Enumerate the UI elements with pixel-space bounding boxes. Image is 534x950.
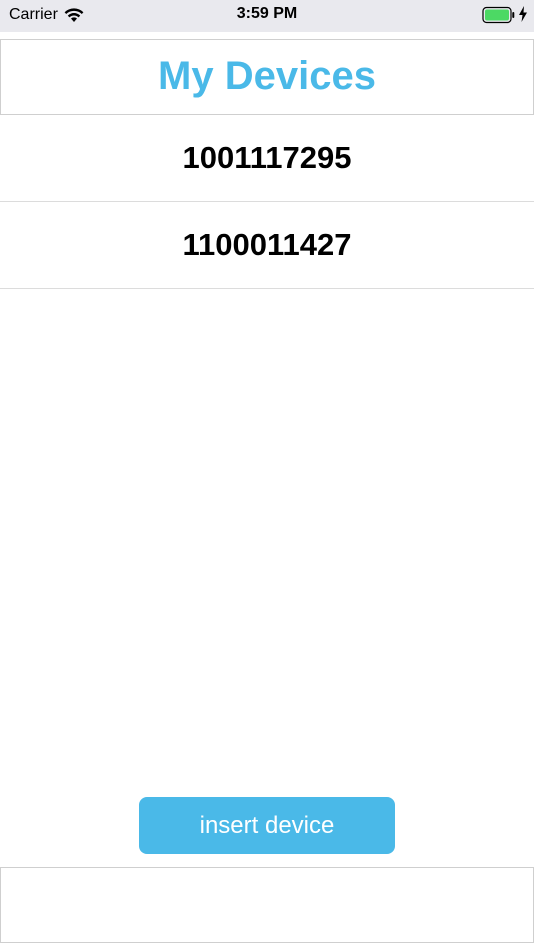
clock: 3:59 PM bbox=[236, 5, 298, 22]
battery-icon bbox=[482, 6, 515, 24]
lightning-bolt-icon bbox=[519, 6, 527, 22]
status-bar: Carrier 3:59 PM bbox=[0, 0, 534, 32]
insert-device-button[interactable]: insert device bbox=[139, 797, 395, 854]
device-row[interactable]: 1001117295 bbox=[0, 115, 534, 202]
bottom-bar bbox=[0, 867, 534, 943]
navigation-header: My Devices bbox=[0, 39, 534, 115]
device-list: 1001117295 1100011427 bbox=[0, 115, 534, 289]
device-row[interactable]: 1100011427 bbox=[0, 202, 534, 289]
page-title: My Devices bbox=[158, 54, 376, 98]
